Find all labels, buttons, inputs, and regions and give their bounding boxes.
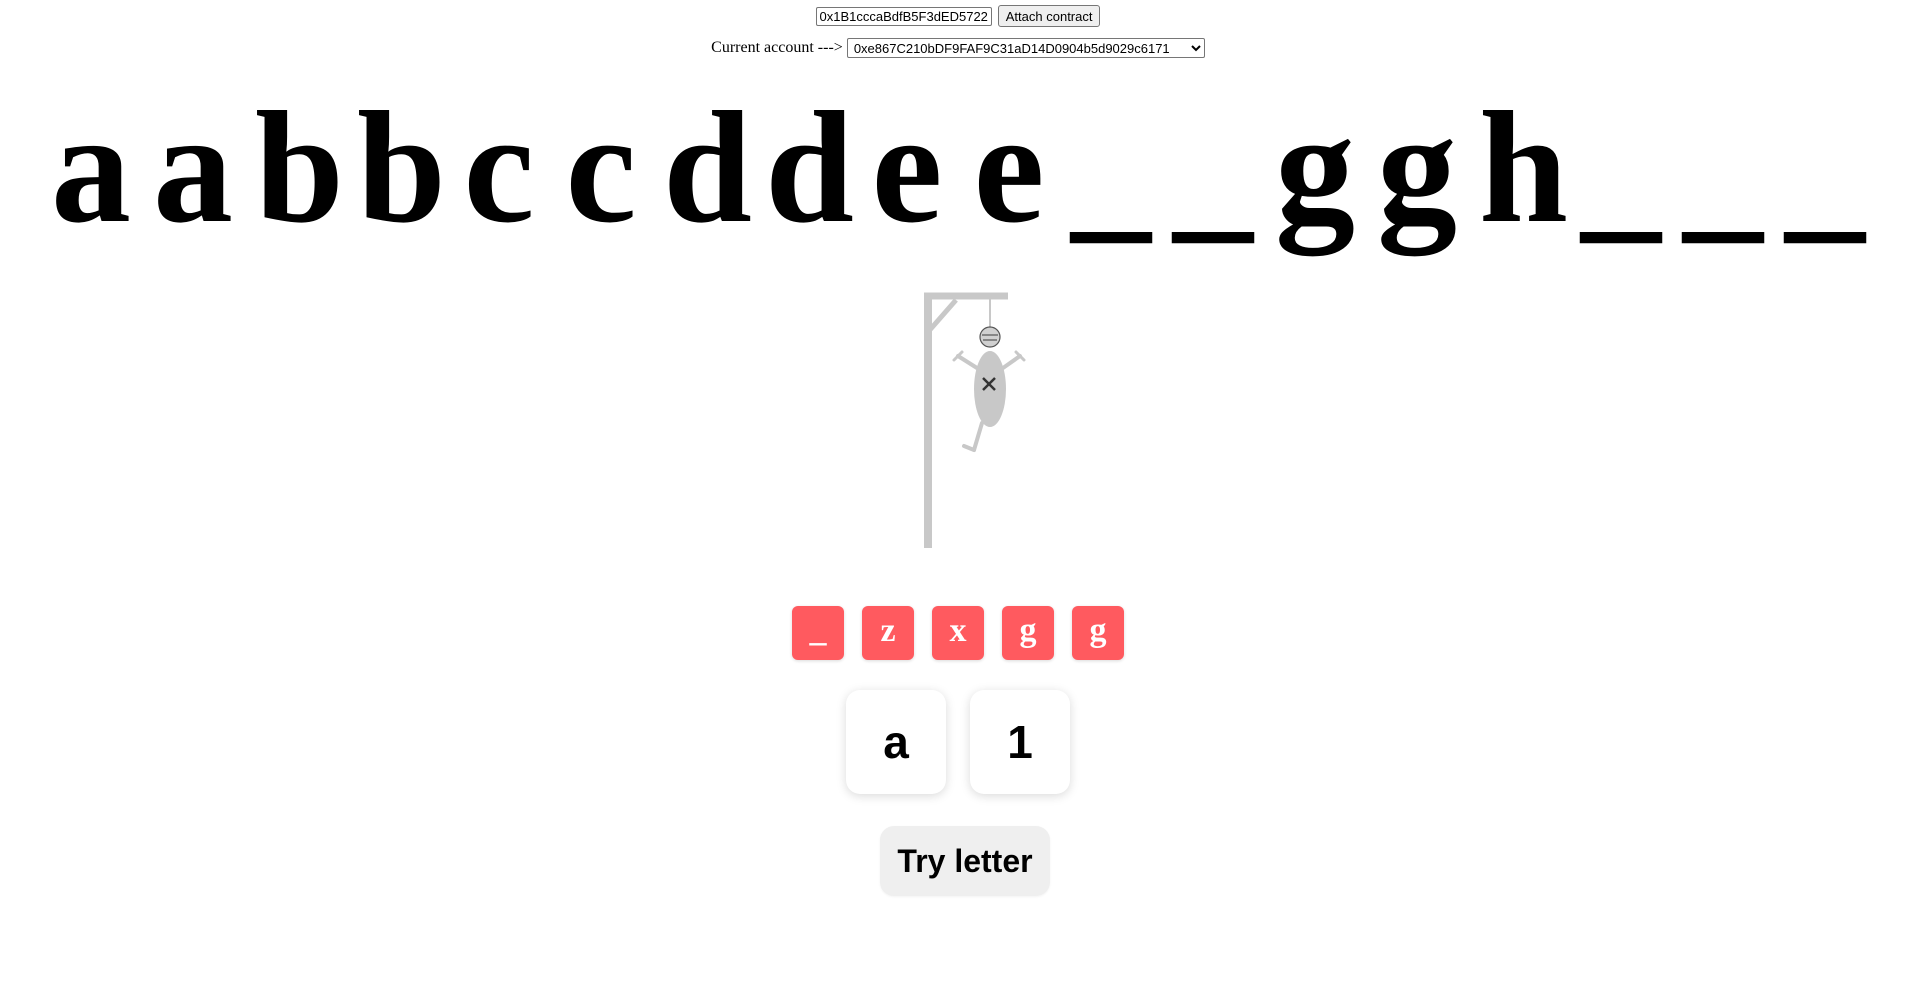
contract-address-input[interactable] (815, 6, 992, 26)
wrong-letter-tile: _ (792, 606, 844, 660)
word-letter: b (357, 78, 446, 256)
word-letter: a (51, 78, 131, 256)
word-letter: c (463, 78, 535, 256)
word-letter: g (1377, 78, 1457, 256)
position-input[interactable] (970, 690, 1070, 794)
word-letter: b (255, 78, 344, 256)
body (974, 351, 1006, 427)
word-letter: _ (1785, 78, 1865, 256)
wrong-letter-tile: z (862, 606, 914, 660)
hangman-drawing (924, 292, 1026, 548)
contract-bar: Attach contract (0, 5, 1916, 27)
word-letter: e (871, 78, 943, 256)
hanged-figure-icon (952, 326, 1026, 452)
word-display: a a b b c c d d e e _ _ g g h _ _ _ (0, 82, 1916, 252)
word-letter: e (973, 78, 1045, 256)
right-arm (1001, 354, 1022, 370)
wrong-letter-tile: g (1002, 606, 1054, 660)
left-leg (972, 421, 984, 452)
word-letter: c (565, 78, 637, 256)
letter-input[interactable] (846, 690, 946, 794)
left-arm (956, 354, 979, 370)
wrong-letter-tile: g (1072, 606, 1124, 660)
current-account-label: Current account ---> (711, 39, 843, 56)
word-letter: d (765, 78, 854, 256)
word-letter: _ (1071, 78, 1151, 256)
wrong-letter-tile: x (932, 606, 984, 660)
account-bar: Current account ---> 0xe867C210bDF9FAF9C… (0, 38, 1916, 58)
attach-contract-button[interactable]: Attach contract (997, 5, 1101, 27)
word-letter: g (1275, 78, 1355, 256)
word-letter: h (1479, 78, 1568, 256)
word-letter: _ (1173, 78, 1253, 256)
head (979, 326, 1001, 348)
try-letter-button[interactable]: Try letter (880, 826, 1050, 896)
account-select[interactable]: 0xe867C210bDF9FAF9C31aD14D0904b5d9029c61… (846, 38, 1205, 58)
word-letter: _ (1581, 78, 1661, 256)
word-letter: d (663, 78, 752, 256)
guess-inputs (0, 690, 1916, 794)
gallows-brace (926, 298, 958, 334)
word-letter: a (153, 78, 233, 256)
wrong-letters: _ z x g g (0, 606, 1916, 660)
word-letter: _ (1683, 78, 1763, 256)
